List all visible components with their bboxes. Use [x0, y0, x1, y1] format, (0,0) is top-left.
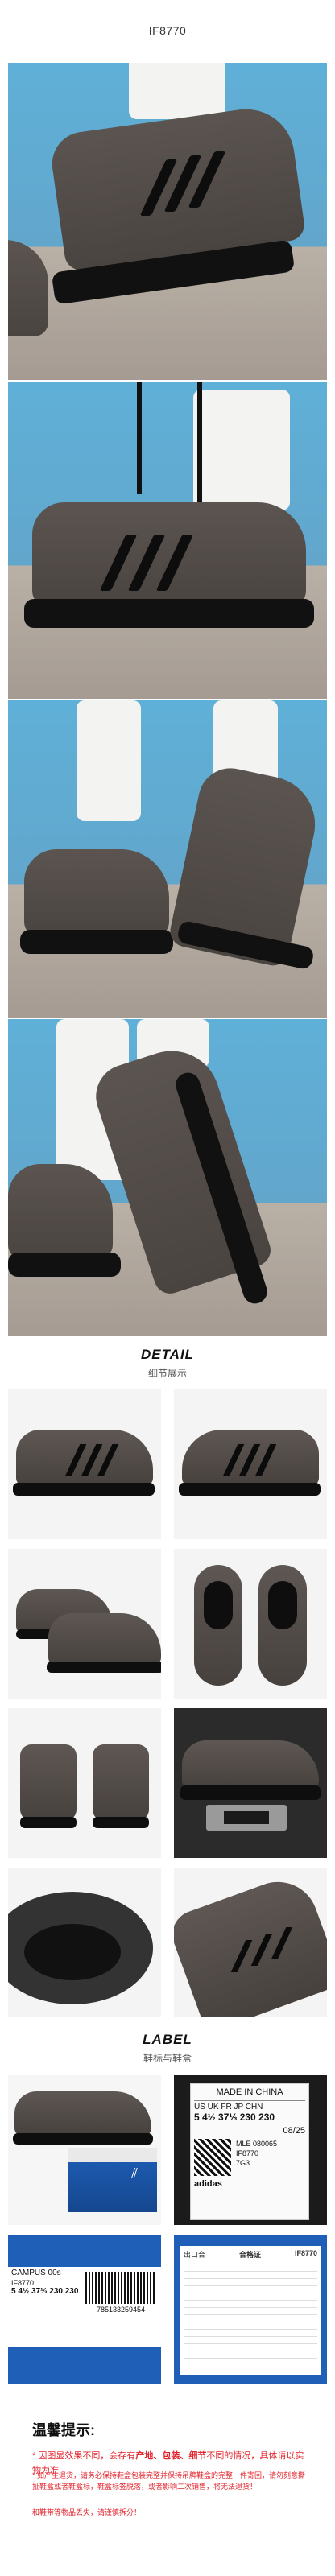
- shoe-sole: [24, 599, 314, 628]
- notice-title: 温馨提示:: [32, 2422, 95, 2438]
- cert-center: 合格证: [238, 2251, 261, 2259]
- notice-line-2: * 如产生退货，请务必保持鞋盒包装完整并保持吊牌鞋盒的完整一件寄回，请勿刻意撕扯…: [32, 2471, 306, 2491]
- scale: [206, 1805, 287, 1831]
- detail-tile-5: [8, 1708, 161, 1858]
- detail-tile-4: [174, 1549, 327, 1699]
- shoe-upper-left: [24, 849, 169, 938]
- label-code3: 7G3...: [236, 2159, 256, 2167]
- detail-tile-1: [8, 1389, 161, 1539]
- shoe-upper: [32, 502, 306, 607]
- brand-text: adidas: [194, 2179, 222, 2189]
- label-tile-tongue: MADE IN CHINA US UK FR JP CHN 5 4½ 37⅓ 2…: [174, 2075, 327, 2225]
- detail-subtitle: 细节展示: [147, 1368, 187, 1379]
- sock: [193, 390, 290, 510]
- shoe-sole-left: [8, 1253, 121, 1277]
- barcode: [85, 2272, 156, 2304]
- label-code2: IF8770: [236, 2149, 259, 2157]
- cert-code: IF8770: [294, 2249, 317, 2257]
- cert-fine-print: [184, 2264, 317, 2361]
- notice-line-3: 和鞋带等物品丢失，请谨慎拆分！: [32, 2508, 142, 2516]
- adidas-logo-icon: ⫽: [131, 2165, 139, 2182]
- barcode-number: 785133259454: [96, 2306, 146, 2314]
- box-label: CAMPUS 00s IF8770 5 4½ 37⅓ 230 230 78513…: [8, 2267, 161, 2347]
- lace: [137, 382, 142, 494]
- label-date: 08/25: [283, 2126, 305, 2136]
- product-photo-1: [8, 63, 327, 380]
- sock: [77, 700, 141, 821]
- detail-title: DETAIL: [140, 1347, 195, 1362]
- made-in-text: MADE IN CHINA: [216, 2087, 283, 2097]
- product-photo-3: [8, 700, 327, 1018]
- shoe-upper-left: [8, 1164, 113, 1261]
- tongue-size-label: MADE IN CHINA US UK FR JP CHN 5 4½ 37⅓ 2…: [190, 2083, 309, 2220]
- size-header: US UK FR JP CHN: [194, 2100, 305, 2112]
- certificate: 出口合 合格证 IF8770: [180, 2246, 321, 2375]
- size-values: 5 4½ 37⅓ 230 230: [194, 2112, 275, 2123]
- product-photo-4: [8, 1019, 327, 1336]
- shoe-upper-secondary: [8, 240, 48, 336]
- scale-display: [224, 1811, 269, 1824]
- qr-code: [194, 2139, 231, 2176]
- shoe-box: ⫽: [68, 2148, 157, 2212]
- sock: [129, 63, 225, 119]
- detail-tile-2: [174, 1389, 327, 1539]
- detail-tile-6: [174, 1708, 327, 1858]
- product-photo-2: [8, 382, 327, 699]
- detail-tile-8: [174, 1868, 327, 2017]
- label-tile-box: ⫽: [8, 2075, 161, 2225]
- detail-tile-7: [8, 1868, 161, 2017]
- label-title: LABEL: [143, 2032, 192, 2047]
- detail-tile-3: [8, 1549, 161, 1699]
- lace: [197, 382, 202, 502]
- label-tile-cert: 出口合 合格证 IF8770: [174, 2235, 327, 2384]
- label-code1: MLE 080065: [236, 2140, 278, 2148]
- label-subtitle: 鞋标与鞋盒: [143, 2053, 192, 2064]
- label-tile-box-end: CAMPUS 00s IF8770 5 4½ 37⅓ 230 230 78513…: [8, 2235, 161, 2384]
- shoe-sole-left: [20, 930, 173, 954]
- model-code: IF8770: [148, 24, 187, 37]
- cert-left-title: 出口合: [184, 2251, 206, 2259]
